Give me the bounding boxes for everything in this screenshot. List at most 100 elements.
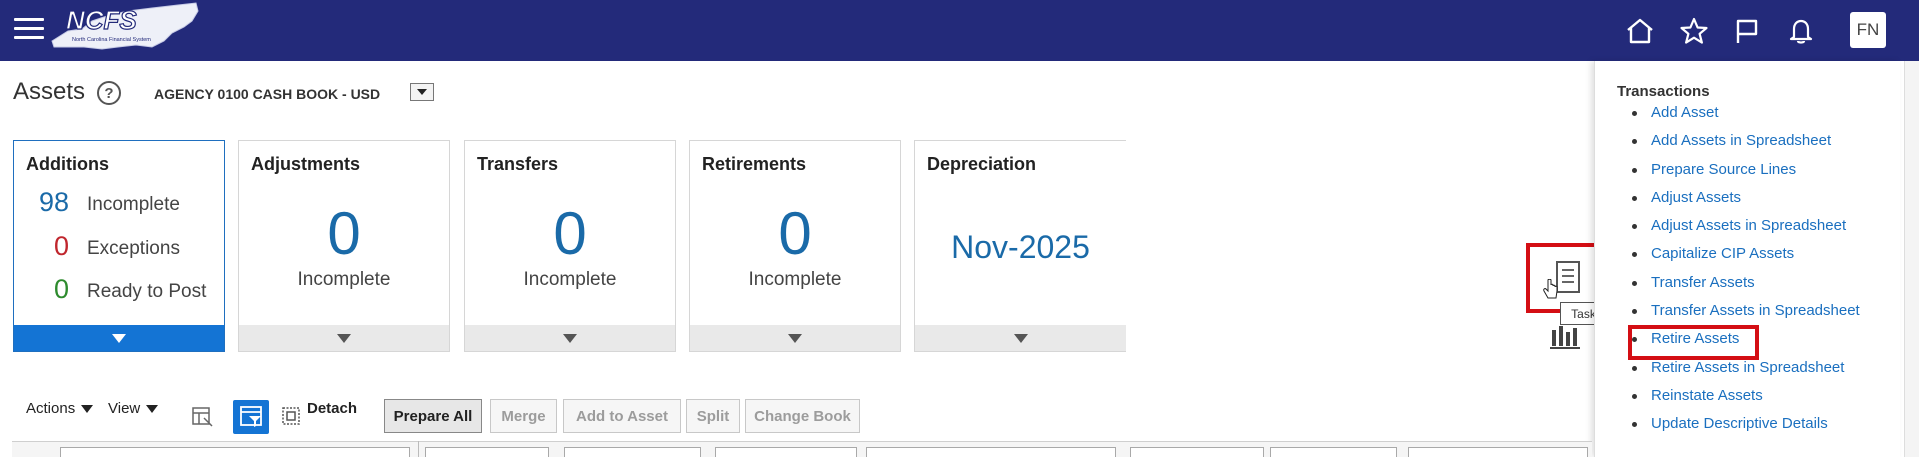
transactions-title: Transactions	[1617, 83, 1710, 100]
favorites-icon[interactable]	[1677, 14, 1711, 48]
adjust-assets-link[interactable]: Adjust Assets	[1651, 189, 1741, 206]
adjustments-card[interactable]: Adjustments 0 Incomplete	[238, 140, 450, 352]
depreciation-expand-button[interactable]	[915, 325, 1126, 351]
list-item[interactable]: Capitalize CIP Assets	[1627, 244, 1860, 272]
additions-card[interactable]: Additions 98 Incomplete 0 Exceptions 0 R…	[13, 140, 225, 352]
book-dropdown-button[interactable]	[410, 83, 434, 101]
actions-menu[interactable]: Actions	[26, 400, 94, 417]
additions-title: Additions	[26, 154, 109, 174]
transfers-expand-button[interactable]	[465, 325, 675, 351]
split-button[interactable]: Split	[686, 399, 740, 433]
home-icon[interactable]	[1623, 14, 1657, 48]
list-item[interactable]: Retire Assets in Spreadsheet	[1627, 358, 1860, 386]
capitalize-cip-assets-link[interactable]: Capitalize CIP Assets	[1651, 245, 1794, 262]
logo-tagline: North Carolina Financial System	[72, 37, 151, 43]
chevron-down-icon	[417, 89, 427, 95]
vertical-scrollbar[interactable]	[1904, 61, 1919, 457]
depreciation-card[interactable]: Depreciation Nov-2025	[914, 140, 1126, 352]
merge-button[interactable]: Merge	[490, 399, 557, 433]
depreciation-period[interactable]: Nov-2025	[915, 229, 1126, 266]
additions-exceptions-count[interactable]: 0	[14, 231, 69, 262]
detach-button[interactable]: Detach	[307, 400, 357, 417]
adjustments-label: Incomplete	[297, 269, 391, 290]
additions-exceptions-label: Exceptions	[87, 238, 180, 259]
menu-icon[interactable]	[14, 18, 44, 42]
logo-text: NCFS	[66, 5, 137, 35]
retire-assets-spreadsheet-link[interactable]: Retire Assets in Spreadsheet	[1651, 359, 1844, 376]
chevron-down-icon	[788, 333, 802, 343]
adjust-assets-spreadsheet-link[interactable]: Adjust Assets in Spreadsheet	[1651, 217, 1846, 234]
depreciation-title: Depreciation	[927, 154, 1037, 174]
additions-ready-label: Ready to Post	[87, 281, 207, 302]
additions-expand-button[interactable]	[14, 325, 224, 351]
additions-exceptions-row[interactable]: 0 Exceptions	[14, 231, 224, 261]
column-divider	[418, 441, 419, 457]
chevron-down-icon	[337, 333, 351, 343]
retirements-expand-button[interactable]	[690, 325, 900, 351]
caret-down-icon	[81, 404, 94, 413]
detach-icon[interactable]	[281, 406, 301, 426]
update-descriptive-details-link[interactable]: Update Descriptive Details	[1651, 415, 1828, 432]
filter-icon	[240, 406, 262, 427]
freeze-icon	[192, 407, 213, 427]
transfer-assets-spreadsheet-link[interactable]: Transfer Assets in Spreadsheet	[1651, 302, 1860, 319]
filter-cell[interactable]	[425, 447, 549, 457]
list-item[interactable]: Prepare Source Lines	[1627, 160, 1860, 188]
list-item[interactable]: Add Asset	[1627, 103, 1860, 131]
transfer-assets-link[interactable]: Transfer Assets	[1651, 274, 1755, 291]
retirements-card[interactable]: Retirements 0 Incomplete	[689, 140, 901, 352]
transactions-list: Add Asset Add Assets in Spreadsheet Prep…	[1627, 103, 1860, 443]
query-by-example-button[interactable]	[233, 400, 269, 434]
analytics-button[interactable]	[1544, 316, 1592, 352]
transfers-count[interactable]: 0	[465, 199, 675, 268]
page-title: Assets	[13, 78, 86, 105]
list-item[interactable]: Adjust Assets	[1627, 188, 1860, 216]
filter-cell[interactable]	[1270, 447, 1397, 457]
list-item[interactable]: Add Assets in Spreadsheet	[1627, 131, 1860, 159]
filter-cell[interactable]	[60, 447, 410, 457]
transfers-label: Incomplete	[523, 269, 617, 290]
chevron-down-icon	[1013, 333, 1028, 343]
retirements-count[interactable]: 0	[690, 199, 900, 268]
change-book-button[interactable]: Change Book	[745, 399, 860, 433]
transactions-panel: Transactions Add Asset Add Assets in Spr…	[1594, 61, 1900, 457]
adjustments-expand-button[interactable]	[239, 325, 449, 351]
prepare-all-button[interactable]: Prepare All	[384, 399, 482, 433]
retire-assets-highlight-box	[1628, 325, 1759, 360]
user-avatar[interactable]: FN	[1850, 12, 1886, 48]
filter-cell[interactable]	[564, 447, 701, 457]
flag-icon[interactable]	[1730, 14, 1764, 48]
freeze-columns-button[interactable]	[190, 405, 214, 429]
filter-cell[interactable]	[1130, 447, 1264, 457]
hand-cursor-icon	[1543, 279, 1558, 299]
actions-label: Actions	[26, 400, 76, 417]
filter-cell[interactable]	[715, 447, 857, 457]
filter-cell[interactable]	[866, 447, 1116, 457]
ncfs-logo[interactable]: NCFS North Carolina Financial System	[48, 1, 200, 59]
add-assets-spreadsheet-link[interactable]: Add Assets in Spreadsheet	[1651, 132, 1831, 149]
additions-incomplete-count[interactable]: 98	[14, 187, 69, 218]
additions-ready-row[interactable]: 0 Ready to Post	[14, 274, 224, 304]
retirements-title: Retirements	[702, 154, 807, 174]
caret-down-icon	[146, 404, 159, 413]
prepare-source-lines-link[interactable]: Prepare Source Lines	[1651, 161, 1796, 178]
add-to-asset-button[interactable]: Add to Asset	[563, 399, 681, 433]
retirements-label: Incomplete	[748, 269, 842, 290]
book-label: AGENCY 0100 CASH BOOK - USD	[154, 86, 381, 102]
additions-incomplete-row[interactable]: 98 Incomplete	[14, 187, 224, 217]
notifications-icon[interactable]	[1784, 14, 1818, 48]
filter-cell[interactable]	[1408, 447, 1588, 457]
chevron-down-icon	[563, 333, 577, 343]
view-menu[interactable]: View	[108, 400, 159, 417]
reinstate-assets-link[interactable]: Reinstate Assets	[1651, 387, 1763, 404]
add-asset-link[interactable]: Add Asset	[1651, 104, 1719, 121]
view-label: View	[108, 400, 141, 417]
transfers-card[interactable]: Transfers 0 Incomplete	[464, 140, 676, 352]
list-item[interactable]: Adjust Assets in Spreadsheet	[1627, 216, 1860, 244]
help-icon[interactable]: ?	[97, 81, 121, 105]
additions-ready-count[interactable]: 0	[14, 274, 69, 305]
list-item[interactable]: Transfer Assets	[1627, 273, 1860, 301]
list-item[interactable]: Reinstate Assets	[1627, 386, 1860, 414]
list-item[interactable]: Update Descriptive Details	[1627, 414, 1860, 442]
adjustments-count[interactable]: 0	[239, 199, 449, 268]
